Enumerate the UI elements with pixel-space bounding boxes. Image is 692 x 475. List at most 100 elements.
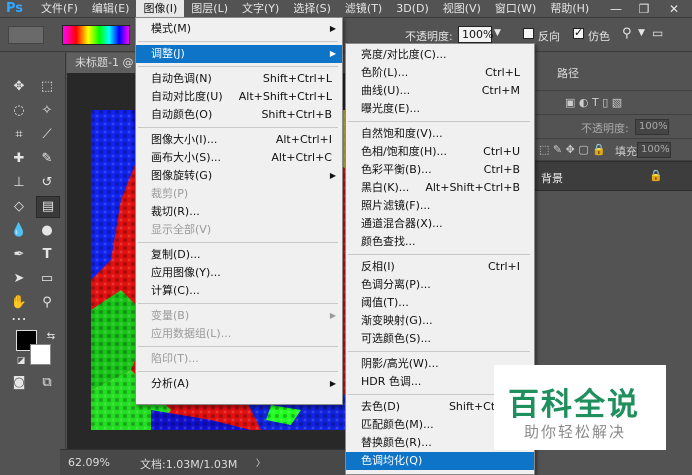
move-tool-icon[interactable]: ✥ [8, 77, 30, 97]
dodge-tool-icon[interactable]: ● [36, 221, 58, 241]
menu-item[interactable]: 可选颜色(S)... [346, 330, 534, 348]
menu-bar-item[interactable]: 文件(F) [34, 0, 85, 18]
maximize-button[interactable]: ❐ [632, 0, 656, 18]
brush-tool-icon[interactable]: ✎ [36, 149, 58, 169]
quick-mask-icon[interactable]: ◙ [8, 373, 30, 393]
menu-item[interactable]: 通道混合器(X)... [346, 215, 534, 233]
menu-item[interactable]: 图像大小(I)... Alt+Ctrl+I [136, 131, 342, 149]
menu-item[interactable]: 亮度/对比度(C)... [346, 46, 534, 64]
menu-item-label: 阴影/高光(W)... [361, 357, 439, 370]
menu-bar-item[interactable]: 选择(S) [286, 0, 338, 18]
menu-item[interactable]: 复制(D)... [136, 246, 342, 264]
rectangle-tool-icon[interactable]: ▭ [36, 269, 58, 289]
reverse-checkbox[interactable] [523, 28, 534, 39]
default-colors-icon[interactable]: ◪ [10, 351, 32, 371]
search-dropdown-icon[interactable]: ▼ [638, 28, 645, 38]
layer-opacity-input[interactable]: 100% [635, 119, 669, 135]
menu-item-label: 自然饱和度(V)... [361, 127, 443, 140]
type-tool-icon[interactable]: T [36, 245, 58, 265]
menu-item: 变量(B) ▶ [136, 307, 342, 325]
menu-bar-item[interactable]: 帮助(H) [543, 0, 596, 18]
menu-bar-item[interactable]: 图像(I) [136, 0, 185, 18]
menu-item[interactable]: 黑白(K)... Alt+Shift+Ctrl+B [346, 179, 534, 197]
opacity-dropdown-icon[interactable]: ▼ [494, 28, 501, 38]
menu-item[interactable]: 图像旋转(G) ▶ [136, 167, 342, 185]
gradient-preview[interactable] [62, 25, 130, 45]
background-color-swatch[interactable] [30, 344, 51, 365]
lock-icons[interactable]: ⬚ ✎ ✥ ▢ 🔒 [539, 143, 606, 156]
history-brush-tool-icon[interactable]: ↺ [36, 173, 58, 193]
menu-item[interactable]: 自动色调(N) Shift+Ctrl+L [136, 70, 342, 88]
menu-item-label: 色阶(L)... [361, 66, 409, 79]
path-selection-tool-icon[interactable]: ➤ [8, 269, 30, 289]
menu-bar: Ps 文件(F) 编辑(E) 图像(I) 图层(L) 文字(Y) 选择(S) 滤镜(T) 3D… [0, 0, 692, 18]
menu-item-label: 去色(D) [361, 400, 401, 413]
magic-wand-tool-icon[interactable]: ✧ [36, 101, 58, 121]
dither-checkbox[interactable] [573, 26, 584, 39]
swap-colors-icon[interactable]: ⇆ [40, 327, 62, 347]
zoom-tool-icon[interactable]: ⚲ [36, 293, 58, 313]
menu-bar-item[interactable]: 窗口(W) [488, 0, 543, 18]
workspace-icon[interactable]: ▭ [652, 26, 663, 40]
minimize-button[interactable]: — [604, 0, 628, 18]
tool-preset-picker[interactable] [8, 26, 44, 44]
crop-tool-icon[interactable]: ⌗ [8, 125, 30, 145]
healing-brush-tool-icon[interactable]: ✚ [8, 149, 30, 169]
menu-item[interactable]: 照片滤镜(F)... [346, 197, 534, 215]
menu-bar-item[interactable]: 文字(Y) [235, 0, 286, 18]
document-tab[interactable]: 未标题-1 @ [67, 53, 137, 73]
menu-item[interactable]: 曲线(U)... Ctrl+M [346, 82, 534, 100]
menu-item[interactable]: 阈值(T)... [346, 294, 534, 312]
eraser-tool-icon[interactable]: ◇ [8, 197, 30, 217]
search-icon[interactable]: ⚲ [622, 26, 632, 41]
menu-separator [138, 371, 338, 372]
fill-input[interactable]: 100% [637, 142, 671, 158]
filter-icon[interactable]: ▣ ◐ T ▯ ▧ [565, 96, 622, 109]
menu-item[interactable]: 自然饱和度(V)... [346, 125, 534, 143]
marquee-tool-icon[interactable]: ⬚ [36, 77, 58, 97]
layer-row-background[interactable]: 背景 🔒 [535, 161, 692, 191]
blur-tool-icon[interactable]: 💧 [8, 221, 30, 241]
menu-item-label: 反相(I) [361, 260, 395, 273]
menu-item[interactable]: 颜色查找... [346, 233, 534, 251]
menu-item[interactable]: 画布大小(S)... Alt+Ctrl+C [136, 149, 342, 167]
menu-item[interactable]: 色相/饱和度(H)... Ctrl+U [346, 143, 534, 161]
menu-bar-item[interactable]: 图层(L) [184, 0, 235, 18]
clone-stamp-tool-icon[interactable]: ⊥ [8, 173, 30, 193]
menu-item[interactable]: 渐变映射(G)... [346, 312, 534, 330]
menu-item[interactable]: 色调分离(P)... [346, 276, 534, 294]
zoom-level[interactable]: 62.09% [68, 456, 110, 469]
menu-item[interactable]: 曝光度(E)... [346, 100, 534, 118]
menu-bar-item[interactable]: 编辑(E) [85, 0, 137, 18]
menu-item[interactable]: 自动对比度(U) Alt+Shift+Ctrl+L [136, 88, 342, 106]
screen-mode-icon[interactable]: ⧉ [36, 373, 58, 393]
close-button[interactable]: ✕ [662, 0, 686, 18]
gradient-tool-icon[interactable]: ▤ [36, 196, 60, 218]
menu-item[interactable]: 色彩平衡(B)... Ctrl+B [346, 161, 534, 179]
status-arrow-icon[interactable]: 〉 [256, 456, 265, 469]
menu-item-label: 变量(B) [151, 309, 190, 322]
menu-item-label: 曲线(U)... [361, 84, 411, 97]
opacity-input[interactable]: 100% [458, 26, 493, 43]
menu-item[interactable]: 计算(C)... [136, 282, 342, 300]
menu-item[interactable]: 应用图像(Y)... [136, 264, 342, 282]
more-tools-icon[interactable]: ⋯ [8, 309, 30, 329]
menu-item-shortcut: Ctrl+I [487, 260, 520, 273]
menu-item[interactable]: 调整(J) ▶ [136, 45, 342, 63]
menu-item-label: 陷印(T)... [151, 352, 199, 365]
menu-item[interactable]: 裁切(R)... [136, 203, 342, 221]
menu-item[interactable]: 色阶(L)... Ctrl+L [346, 64, 534, 82]
menu-item[interactable]: 反相(I) Ctrl+I [346, 258, 534, 276]
pen-tool-icon[interactable]: ✒ [8, 245, 30, 265]
lasso-tool-icon[interactable]: ◌ [8, 101, 30, 121]
menu-item[interactable]: 色调均化(Q) [346, 452, 534, 470]
menu-item[interactable]: 模式(M) ▶ [136, 20, 342, 38]
eyedropper-tool-icon[interactable]: ⟋ [36, 125, 58, 145]
menu-bar-item[interactable]: 视图(V) [436, 0, 488, 18]
menu-item[interactable]: 分析(A) ▶ [136, 375, 342, 393]
menu-bar-item[interactable]: 滤镜(T) [338, 0, 389, 18]
menu-item[interactable]: 自动颜色(O) Shift+Ctrl+B [136, 106, 342, 124]
menu-item-label: 照片滤镜(F)... [361, 199, 431, 212]
menu-bar-item[interactable]: 3D(D) [389, 0, 436, 18]
tab-paths[interactable]: 路径 [557, 65, 579, 81]
